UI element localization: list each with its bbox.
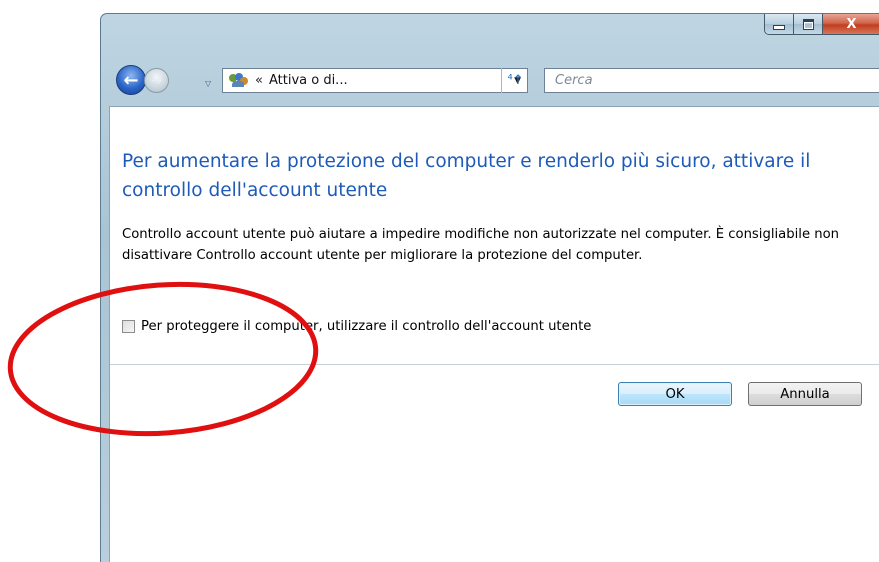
ok-button[interactable]: OK: [618, 382, 732, 406]
close-icon: X: [846, 16, 857, 32]
divider: [110, 364, 879, 365]
refresh-icon: ⁴↑: [507, 73, 524, 88]
search-input[interactable]: Cerca: [544, 68, 879, 93]
forward-button[interactable]: →: [144, 68, 169, 93]
close-button[interactable]: X: [823, 14, 879, 34]
control-panel-window: X ← → ▽ « Attiva o di... ▼ ⁴↑ Cerca Per …: [100, 13, 879, 562]
breadcrumb[interactable]: Attiva o di...: [269, 73, 514, 88]
navigation-bar: ← → ▽ « Attiva o di... ▼ ⁴↑ Cerca: [101, 60, 879, 96]
uac-checkbox[interactable]: [122, 320, 135, 333]
dialog-content: Per aumentare la protezione del computer…: [109, 106, 879, 562]
page-title: Per aumentare la protezione del computer…: [122, 151, 811, 201]
back-button[interactable]: ←: [116, 65, 146, 95]
description-text: Controllo account utente può aiutare a i…: [122, 227, 840, 263]
refresh-button[interactable]: ⁴↑: [501, 68, 529, 93]
forward-arrow-icon: →: [150, 72, 163, 89]
window-controls: X: [764, 14, 879, 35]
recent-pages-dropdown-icon[interactable]: ▽: [205, 79, 211, 88]
uac-checkbox-label[interactable]: Per proteggere il computer, utilizzare i…: [141, 319, 591, 334]
maximize-button[interactable]: [794, 14, 823, 34]
cancel-button[interactable]: Annulla: [748, 382, 862, 406]
address-bar[interactable]: « Attiva o di... ▼: [222, 68, 528, 93]
uac-checkbox-row[interactable]: Per proteggere il computer, utilizzare i…: [122, 319, 591, 334]
breadcrumb-overflow-icon[interactable]: «: [255, 73, 263, 88]
back-arrow-icon: ←: [123, 69, 139, 91]
maximize-icon: [802, 18, 814, 30]
title-bar[interactable]: X: [101, 14, 879, 58]
minimize-button[interactable]: [765, 14, 794, 34]
users-icon: [229, 72, 249, 89]
minimize-icon: [773, 24, 785, 30]
